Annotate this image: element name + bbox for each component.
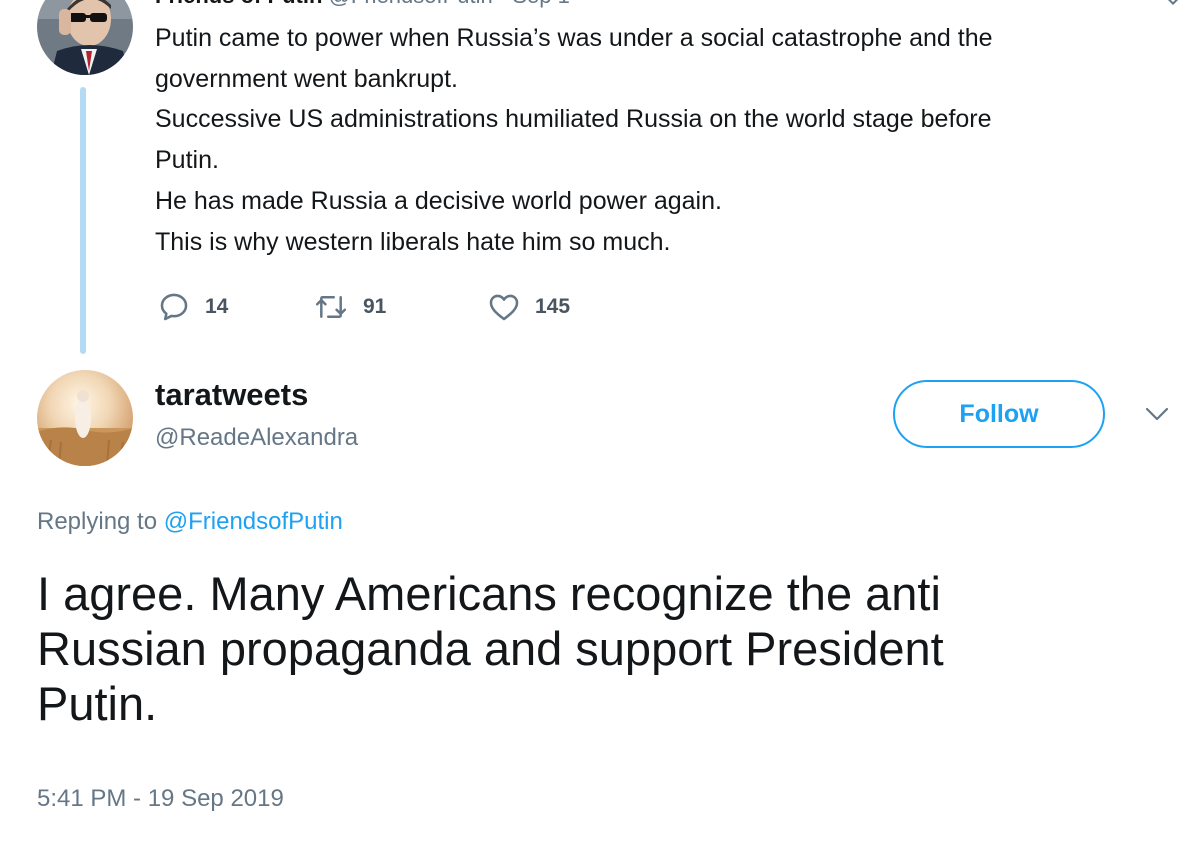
parent-display-name[interactable]: Friends of Putin: [155, 0, 322, 8]
reply-button[interactable]: 14: [157, 287, 228, 327]
tweet-text-line: Russian propaganda and support President: [37, 622, 944, 675]
parent-text-line: Putin came to power when Russia’s was un…: [155, 24, 993, 52]
wheat-field-avatar-icon: [37, 370, 133, 466]
parent-header: Friends of Putin @FriendsofPutin · Sep 1: [155, 0, 570, 9]
retweet-icon: [315, 296, 347, 318]
parent-action-bar: 14 91 145: [157, 287, 757, 327]
follow-button[interactable]: Follow: [893, 380, 1105, 448]
chevron-down-icon[interactable]: [1144, 404, 1170, 424]
replying-to-mention[interactable]: @FriendsofPutin: [164, 508, 343, 535]
tweet-text-line: I agree. Many Americans recognize the an…: [37, 567, 941, 620]
like-count: 145: [535, 295, 571, 318]
parent-avatar[interactable]: [37, 0, 133, 75]
retweet-count: 91: [363, 295, 387, 318]
parent-text-line: Successive US administrations humiliated…: [155, 105, 992, 134]
parent-text-line: This is why western liberals hate him so…: [155, 227, 671, 256]
person-in-sunglasses-avatar-icon: [37, 0, 133, 75]
like-button[interactable]: 145: [487, 287, 570, 327]
tweet-text-line: Putin.: [37, 677, 158, 730]
reply-count: 14: [205, 295, 229, 318]
author-avatar[interactable]: [37, 370, 133, 466]
retweet-button[interactable]: 91: [313, 287, 386, 327]
parent-text-line: He has made Russia a decisive world powe…: [155, 186, 722, 215]
parent-tweet-text: Putin came to power when Russia’s was un…: [155, 18, 1155, 262]
replying-to-line: Replying to @FriendsofPutin: [37, 507, 343, 537]
reply-icon: [160, 293, 188, 321]
heart-icon: [489, 294, 519, 321]
tweet-text: I agree. Many Americans recognize the an…: [37, 566, 1177, 731]
parent-chevron-down-icon[interactable]: [1162, 0, 1184, 10]
author-handle[interactable]: @ReadeAlexandra: [155, 423, 358, 453]
thread-connector-line: [80, 87, 86, 354]
parent-date[interactable]: Sep 1: [512, 0, 570, 8]
parent-text-line: government went bankrupt.: [155, 64, 458, 93]
author-display-name[interactable]: taratweets: [155, 377, 308, 413]
parent-text-line: Putin.: [155, 146, 219, 175]
tweet-screenshot: Friends of Putin @FriendsofPutin · Sep 1…: [0, 0, 1200, 848]
replying-to-label: Replying to: [37, 508, 158, 535]
parent-handle[interactable]: @FriendsofPutin: [329, 0, 493, 8]
tweet-timestamp[interactable]: 5:41 PM - 19 Sep 2019: [37, 784, 284, 814]
parent-date-separator: ·: [499, 0, 512, 8]
